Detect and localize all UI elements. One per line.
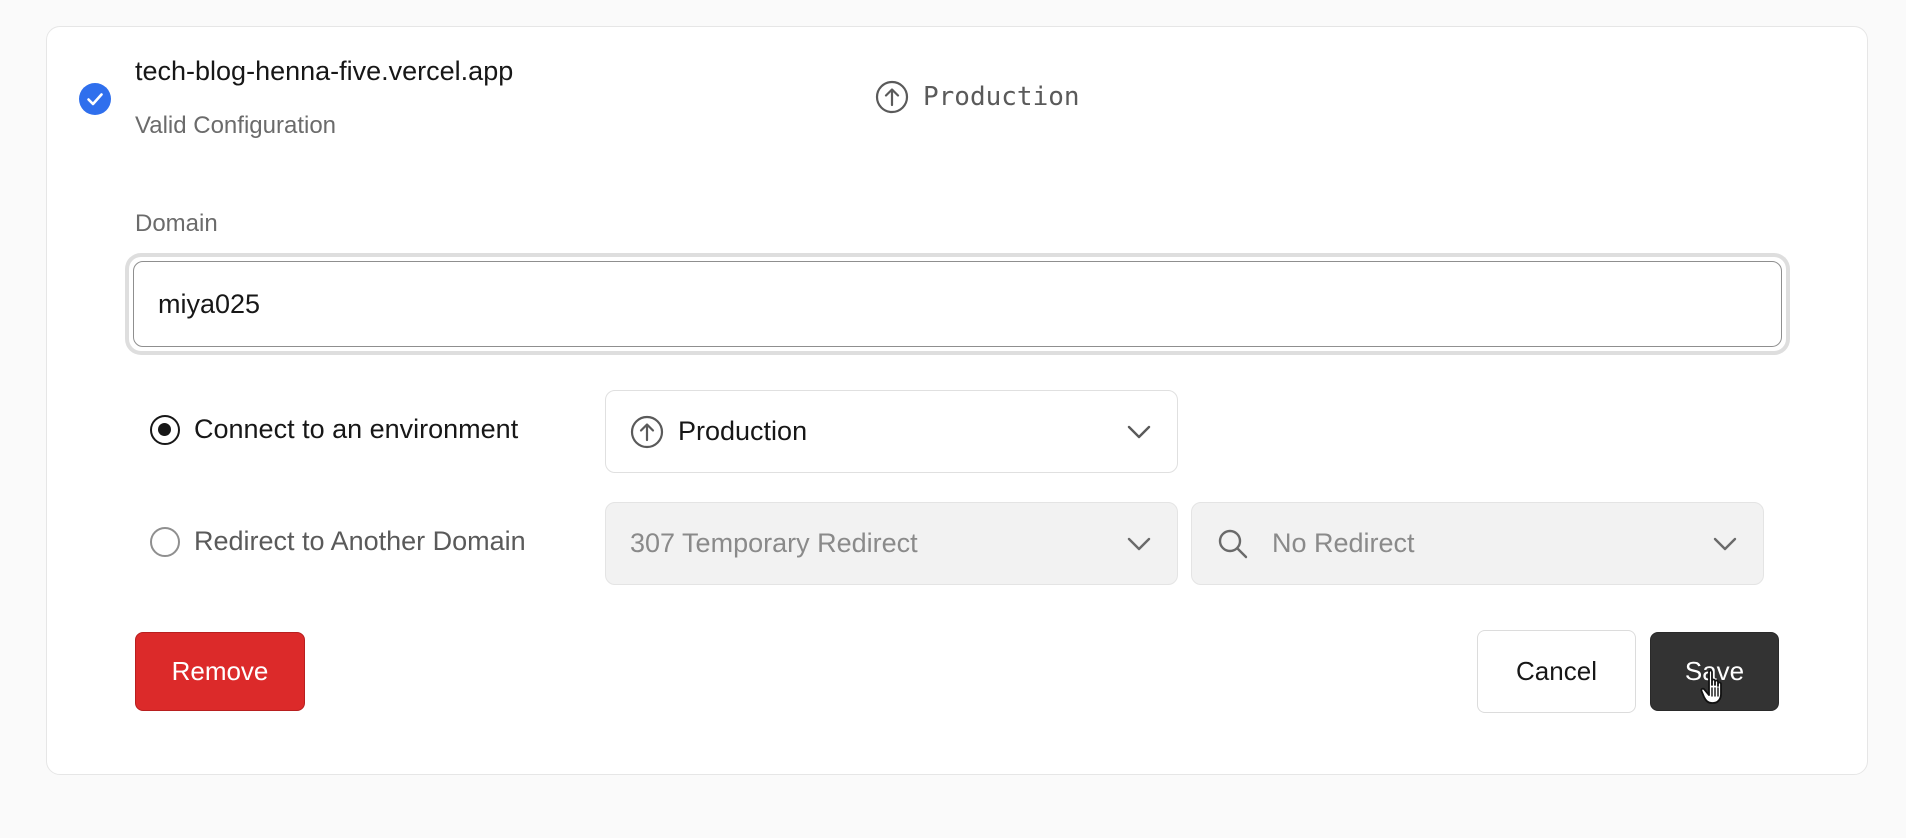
hand-pointer-cursor-icon bbox=[1700, 669, 1722, 704]
connect-environment-option[interactable]: Connect to an environment bbox=[150, 414, 518, 445]
domain-input-focus-ring bbox=[129, 257, 1786, 351]
redirect-target-select[interactable]: No Redirect bbox=[1191, 502, 1764, 585]
arrow-up-circle-icon bbox=[875, 80, 909, 114]
redirect-domain-label[interactable]: Redirect to Another Domain bbox=[194, 526, 526, 557]
remove-button[interactable]: Remove bbox=[135, 632, 305, 711]
arrow-up-circle-icon bbox=[630, 415, 664, 448]
connect-environment-radio[interactable] bbox=[150, 414, 180, 445]
environment-select[interactable]: Production bbox=[605, 390, 1178, 473]
check-circle-icon bbox=[79, 83, 111, 115]
chevron-down-icon bbox=[1127, 425, 1151, 438]
connect-environment-label[interactable]: Connect to an environment bbox=[194, 414, 518, 445]
chevron-down-icon bbox=[1127, 537, 1151, 550]
environment-tag: Production bbox=[875, 80, 1080, 114]
redirect-domain-option[interactable]: Redirect to Another Domain bbox=[150, 526, 526, 557]
search-icon bbox=[1218, 529, 1248, 558]
redirect-target-value: No Redirect bbox=[1272, 528, 1415, 558]
environment-select-value: Production bbox=[678, 416, 808, 446]
domain-input[interactable] bbox=[133, 261, 1782, 347]
redirect-status-value: 307 Temporary Redirect bbox=[630, 528, 918, 558]
environment-tag-label: Production bbox=[923, 82, 1080, 112]
redirect-status-select[interactable]: 307 Temporary Redirect bbox=[605, 502, 1178, 585]
cancel-button[interactable]: Cancel bbox=[1477, 630, 1636, 713]
redirect-domain-radio[interactable] bbox=[150, 526, 180, 557]
chevron-down-icon bbox=[1713, 537, 1737, 550]
domain-name[interactable]: tech-blog-henna-five.vercel.app bbox=[135, 56, 513, 87]
domain-field-label: Domain bbox=[135, 210, 218, 237]
configuration-status: Valid Configuration bbox=[135, 112, 337, 139]
